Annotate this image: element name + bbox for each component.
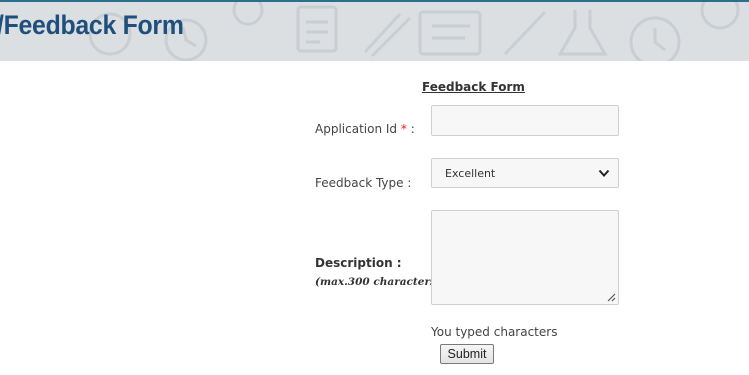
application-id-colon: : <box>410 122 415 136</box>
typed-characters-counter: You typed characters <box>431 325 558 339</box>
chevron-down-icon <box>598 169 610 177</box>
submit-button[interactable]: Submit <box>440 344 494 364</box>
feedback-type-label-text: Feedback Type <box>315 176 404 190</box>
page-title: /Feedback Form <box>0 10 184 40</box>
feedback-type-select[interactable]: Excellent <box>431 158 619 188</box>
description-label: Description : (max.300 characters) : <box>315 256 450 289</box>
required-asterisk: * <box>400 122 407 136</box>
feedback-type-label: Feedback Type : <box>315 176 411 190</box>
application-id-label-text: Application Id <box>315 122 398 136</box>
description-textarea[interactable] <box>431 210 619 305</box>
resize-handle-icon[interactable] <box>606 292 616 302</box>
application-id-input[interactable] <box>431 105 619 136</box>
description-label-text: Description : <box>315 256 402 270</box>
feedback-type-selected-value: Excellent <box>445 167 496 180</box>
page-banner: /Feedback Form <box>0 0 749 61</box>
feedback-type-colon: : <box>407 176 412 190</box>
application-id-label: Application Id * : <box>315 122 415 136</box>
form-heading-link[interactable]: Feedback Form <box>422 80 525 94</box>
description-hint: (max.300 characters) <box>315 276 441 288</box>
